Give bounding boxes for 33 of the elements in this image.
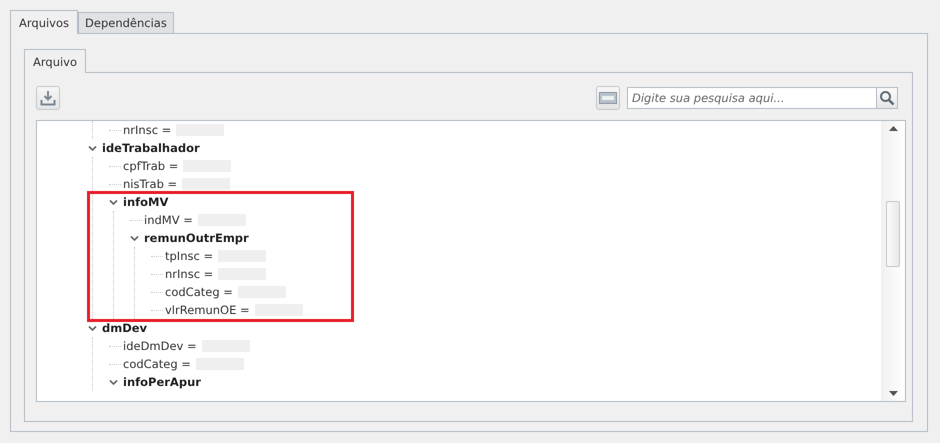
field-name[interactable]: nisTrab = [123, 177, 178, 191]
field-name[interactable]: nrInsc = [165, 267, 214, 281]
download-button[interactable] [36, 86, 60, 110]
xml-button[interactable] [596, 86, 620, 110]
search-field[interactable]: Digite sua pesquisa aqui... [627, 87, 876, 109]
tab[interactable]: Arquivos [10, 10, 78, 34]
field-name[interactable]: vlrRemunOE = [165, 303, 250, 317]
search-icon [879, 90, 895, 106]
search-button[interactable] [876, 87, 898, 109]
tree-node[interactable]: dmDev [102, 321, 148, 335]
tree-node[interactable]: remunOutrEmpr [144, 231, 249, 245]
scroll-up-icon[interactable] [888, 126, 898, 131]
tree-node[interactable]: ideTrabalhador [102, 141, 200, 155]
field-name[interactable]: nrInsc = [123, 123, 172, 137]
field-name[interactable]: codCateg = [123, 357, 191, 371]
chevron-down-icon[interactable] [109, 198, 118, 206]
field-name[interactable]: codCateg = [165, 285, 233, 299]
field-name[interactable]: ideDmDev = [123, 339, 197, 353]
chevron-down-icon[interactable] [109, 378, 118, 386]
field-name[interactable]: cpfTrab = [123, 159, 178, 173]
download-icon [40, 90, 56, 106]
document-icon [599, 92, 617, 104]
field-name[interactable]: tpInsc = [165, 249, 214, 263]
scroll-down-icon[interactable] [888, 391, 898, 396]
scroll-thumb[interactable] [886, 201, 900, 267]
chevron-down-icon[interactable] [88, 324, 97, 332]
tab[interactable]: Dependências [78, 12, 174, 33]
chevron-down-icon[interactable] [130, 234, 139, 242]
tree-node[interactable]: infoPerApur [123, 375, 201, 389]
tab[interactable]: Arquivo [24, 49, 86, 73]
chevron-down-icon[interactable] [88, 144, 97, 152]
tree-node[interactable]: infoMV [123, 195, 168, 209]
field-name[interactable]: indMV = [144, 213, 193, 227]
